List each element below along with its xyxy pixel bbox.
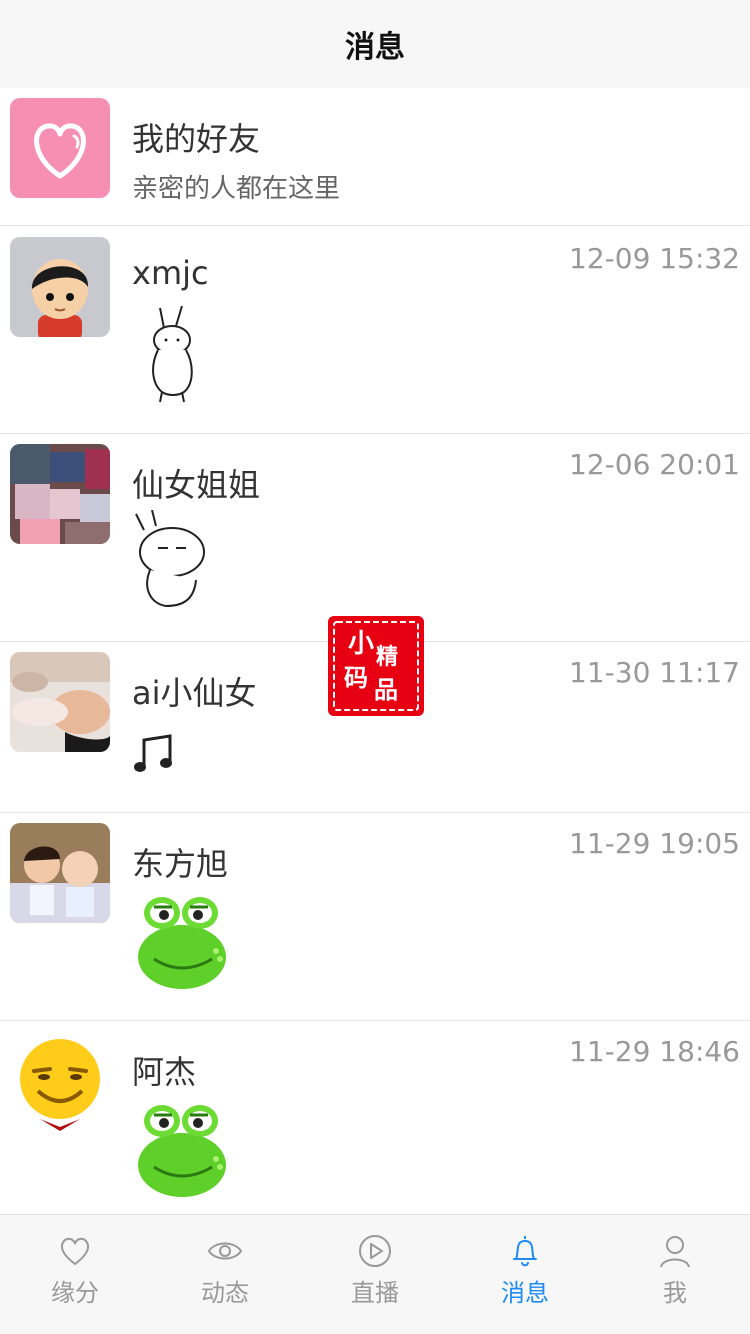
- friends-row[interactable]: 我的好友 亲密的人都在这里: [0, 88, 750, 226]
- message-time: 11-30 11:17: [569, 656, 740, 689]
- tab-bar: 缘分 动态 直播 消息 我: [0, 1214, 750, 1334]
- contact-name: xmjc: [132, 254, 209, 292]
- avatar: [10, 1031, 110, 1131]
- svg-text:小: 小: [348, 629, 374, 659]
- tab-messages[interactable]: 消息: [450, 1215, 600, 1334]
- svg-text:精: 精: [376, 644, 398, 670]
- avatar: [10, 652, 110, 752]
- music-note-icon: [134, 734, 172, 772]
- contact-name: 仙女姐姐: [132, 466, 261, 504]
- tab-fate[interactable]: 缘分: [0, 1215, 150, 1334]
- tab-label: 直播: [351, 1279, 399, 1307]
- heart-outline-icon: [60, 1237, 90, 1266]
- play-circle-icon: [359, 1235, 391, 1267]
- page-title: 消息: [345, 30, 405, 65]
- message-time: 11-29 18:46: [569, 1035, 740, 1068]
- avatar: [10, 444, 110, 544]
- header-bar: 消息: [0, 0, 750, 88]
- svg-text:品: 品: [374, 676, 398, 704]
- frog-sticker-icon: [138, 897, 226, 989]
- contact-name: ai小仙女: [132, 674, 257, 712]
- message-time: 11-29 19:05: [569, 827, 740, 860]
- friends-subtitle: 亲密的人都在这里: [132, 174, 341, 204]
- message-time: 12-06 20:01: [569, 448, 740, 481]
- heart-icon: [34, 123, 86, 179]
- user-icon: [660, 1236, 690, 1268]
- eye-icon: [207, 1242, 243, 1260]
- tab-moments[interactable]: 动态: [150, 1215, 300, 1334]
- tab-label: 缘分: [51, 1279, 99, 1307]
- rabbit-sticker-icon: [135, 510, 205, 608]
- avatar: [10, 237, 110, 337]
- list-item[interactable]: 东方旭 11-29 19:05: [0, 813, 750, 1021]
- list-item[interactable]: xmjc 12-09 15:32: [0, 226, 750, 434]
- tab-label: 动态: [201, 1279, 249, 1307]
- list-item[interactable]: 仙女姐姐 12-06 20:01: [0, 434, 750, 642]
- rabbit-sticker-icon: [152, 306, 193, 403]
- tab-label: 我: [663, 1279, 687, 1307]
- bell-icon: [513, 1236, 537, 1267]
- avatar: [10, 823, 110, 923]
- friends-avatar: [10, 98, 110, 198]
- tab-live[interactable]: 直播: [300, 1215, 450, 1334]
- friends-title: 我的好友: [132, 120, 261, 158]
- message-time: 12-09 15:32: [569, 242, 740, 275]
- contact-name: 阿杰: [132, 1053, 197, 1091]
- list-item[interactable]: 阿杰 11-29 18:46: [0, 1021, 750, 1216]
- watermark-seal: 小 精 码 品: [326, 614, 426, 718]
- svg-text:码: 码: [344, 664, 368, 692]
- contact-name: 东方旭: [132, 845, 229, 883]
- tab-label: 消息: [501, 1279, 549, 1307]
- tab-me[interactable]: 我: [600, 1215, 750, 1334]
- frog-sticker-icon: [138, 1105, 226, 1197]
